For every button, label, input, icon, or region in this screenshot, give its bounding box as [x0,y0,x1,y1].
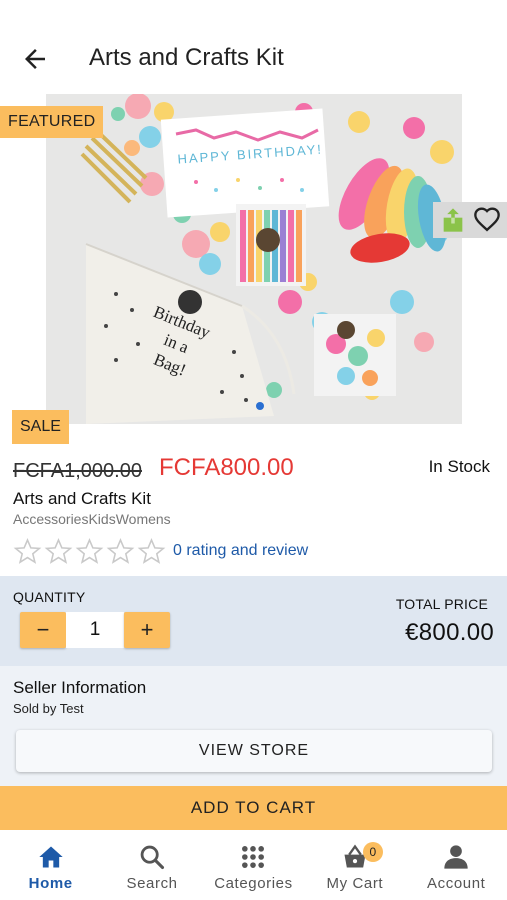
seller-title: Seller Information [13,678,147,697]
grid-icon [242,846,265,868]
quantity-stepper: − 1 + [20,612,170,648]
product-info: FCFA1,000.00 FCFA800.00 In Stock Arts an… [0,446,507,576]
nav-my-cart-label: My Cart [326,875,384,892]
star-icon [44,538,73,564]
nav-categories[interactable]: Categories [203,830,303,900]
stock-status: In Stock [428,457,490,476]
star-icon [106,538,135,564]
nav-categories-label: Categories [214,875,293,892]
product-photo[interactable]: HAPPY BIRTHDAY! Birthday in a Bag! [46,94,462,424]
add-to-cart-button[interactable]: ADD TO CART [0,786,507,830]
home-icon [39,846,63,868]
app-bar: Arts and Crafts Kit [0,0,507,94]
product-photo-art: HAPPY BIRTHDAY! Birthday in a Bag! [80,94,454,424]
star-icon [137,538,166,564]
nav-search[interactable]: Search [102,830,202,900]
nav-home[interactable]: Home [1,830,101,900]
rating-stars [13,537,166,566]
search-icon [140,845,165,870]
nav-home-label: Home [28,875,73,892]
share-icon[interactable] [439,206,467,234]
seller-name: Sold by Test [13,701,84,716]
quantity-value[interactable]: 1 [66,612,124,648]
heart-icon[interactable] [473,206,501,234]
increase-quantity-button[interactable]: + [124,612,170,648]
quantity-bar: QUANTITY − 1 + TOTAL PRICE €800.00 [0,576,507,666]
nav-account[interactable]: Account [406,830,506,900]
star-icon [13,538,42,564]
featured-badge: FEATURED [0,106,104,138]
total-price-label: TOTAL PRICE [395,596,488,612]
back-arrow-icon[interactable] [20,44,50,74]
sale-price: FCFA800.00 [159,454,294,481]
product-image-area: HAPPY BIRTHDAY! Birthday in a Bag! FEATU… [0,94,507,424]
quantity-label: QUANTITY [13,589,86,605]
nav-account-label: Account [427,875,486,892]
product-actions [433,202,507,238]
seller-section: Seller Information Sold by Test VIEW STO… [0,666,507,786]
decrease-quantity-button[interactable]: − [20,612,66,648]
total-price-value: €800.00 [405,619,494,646]
view-store-button[interactable]: VIEW STORE [16,730,492,772]
page-title: Arts and Crafts Kit [89,44,284,71]
cart-count-badge: 0 [362,842,383,862]
nav-search-label: Search [126,875,178,892]
product-categories: AccessoriesKidsWomens [13,511,171,527]
nav-my-cart[interactable]: 0 My Cart [305,830,405,900]
product-name: Arts and Crafts Kit [13,489,151,508]
bottom-navigation: Home Search Categories 0 My Cart Account [0,830,507,900]
person-icon [444,845,468,869]
star-icon [75,538,104,564]
sale-badge: SALE [12,410,69,444]
original-price: FCFA1,000.00 [13,460,142,482]
rating-review-link[interactable]: 0 rating and review [173,542,308,560]
